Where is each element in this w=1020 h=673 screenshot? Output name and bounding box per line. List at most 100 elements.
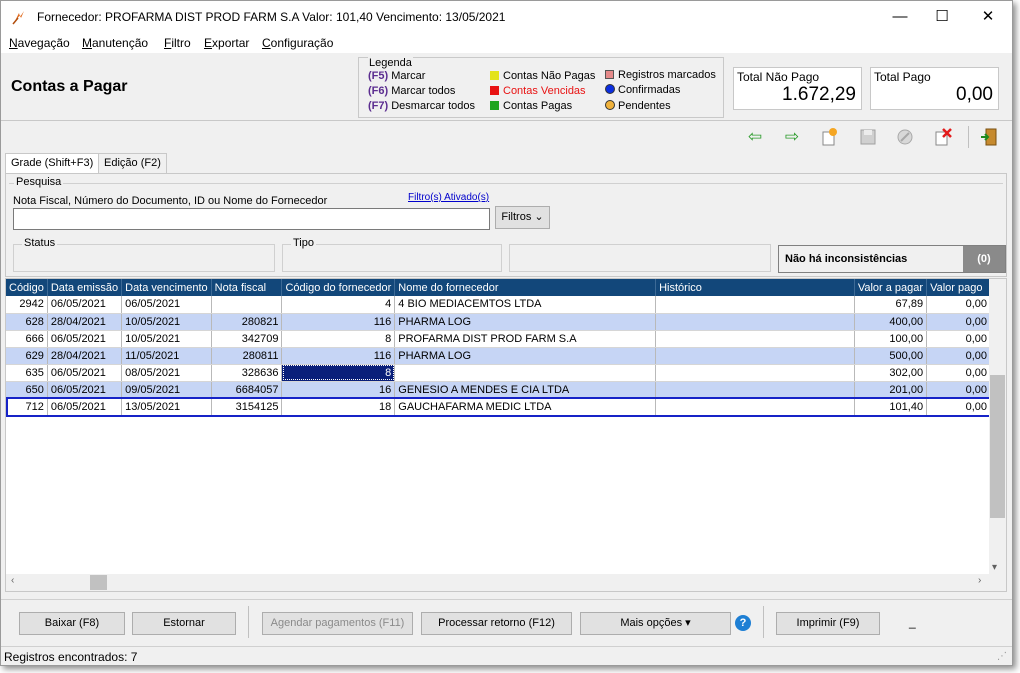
menu-manutencao[interactable]: Manutenção (82, 36, 148, 50)
legend-f7: (F7) Desmarcar todos (368, 100, 475, 112)
legend-f5: (F5) Marcar (368, 70, 426, 82)
legend-box: Legenda (F5) Marcar (F6) Marcar todos (F… (358, 57, 724, 118)
cell-valor-pago: 0,00 (926, 313, 991, 331)
estornar-button[interactable]: Estornar (132, 612, 236, 635)
search-input[interactable] (13, 208, 490, 230)
exit-door-icon[interactable] (979, 127, 999, 147)
agendar-pagamentos-button[interactable]: Agendar pagamentos (F11) (262, 612, 413, 635)
imprimir-button[interactable]: Imprimir (F9) (776, 612, 880, 635)
table-row[interactable]: 635 06/05/2021 08/05/2021 328636 8 302,0… (6, 364, 1006, 382)
window-title: Fornecedor: PROFARMA DIST PROD FARM S.A … (37, 10, 506, 24)
table-row[interactable]: 628 28/04/2021 10/05/2021 280821 116 PHA… (6, 313, 1006, 331)
cell-codigo: 628 (6, 313, 48, 331)
cell-data-vencimento: 06/05/2021 (121, 296, 212, 314)
title-bar: Fornecedor: PROFARMA DIST PROD FARM S.A … (1, 1, 1012, 33)
total-nao-pago-box: Total Não Pago 1.672,29 (733, 67, 862, 110)
col-codigo[interactable]: Código (6, 279, 48, 296)
table-row[interactable]: 650 06/05/2021 09/05/2021 6684057 16 GEN… (6, 381, 1006, 399)
cell-data-emissao: 06/05/2021 (47, 364, 123, 382)
table-row[interactable]: 666 06/05/2021 10/05/2021 342709 8 PROFA… (6, 330, 1006, 348)
tab-edicao[interactable]: Edição (F2) (98, 153, 167, 173)
page-header: Contas a Pagar Legenda (F5) Marcar (F6) … (1, 53, 1012, 121)
maximize-icon[interactable]: ☐ (919, 1, 965, 33)
tab-grade[interactable]: Grade (Shift+F3) (5, 153, 100, 174)
horizontal-scroll-thumb[interactable] (90, 575, 107, 590)
cell-historico (655, 347, 855, 365)
legend-nao-pagas: Contas Não Pagas (490, 70, 595, 82)
menu-configuracao[interactable]: Configuração (262, 36, 333, 50)
cell-data-vencimento: 10/05/2021 (121, 330, 212, 348)
save-icon[interactable] (858, 127, 878, 147)
table-row[interactable]: 2942 06/05/2021 06/05/2021 4 4 BIO MEDIA… (6, 296, 1006, 314)
col-data-emissao[interactable]: Data emissão (47, 279, 123, 296)
cell-valor-pagar: 500,00 (854, 347, 928, 365)
col-nome-fornecedor[interactable]: Nome do fornecedor (394, 279, 657, 296)
total-nao-pago-value: 1.672,29 (782, 84, 856, 105)
menu-navegacao[interactable]: Navegação (9, 36, 70, 50)
cell-nome-fornecedor: PHARMA LOG (394, 347, 657, 365)
cancel-icon[interactable] (895, 127, 915, 147)
filters-active-link[interactable]: Filtro(s) Ativado(s) (408, 192, 489, 203)
scroll-right-icon[interactable]: › (978, 575, 981, 586)
table-row-selected[interactable]: 712 06/05/2021 13/05/2021 3154125 18 GAU… (6, 398, 1006, 416)
col-valor-pagar[interactable]: Valor a pagar (854, 279, 928, 296)
col-historico[interactable]: Histórico (655, 279, 855, 296)
col-codigo-fornecedor[interactable]: Código do fornecedor (281, 279, 396, 296)
cell-codigo-fornecedor: 116 (281, 347, 396, 365)
cell-data-emissao: 06/05/2021 (47, 381, 123, 399)
help-icon[interactable]: ? (735, 615, 751, 631)
cell-historico (655, 296, 855, 314)
cell-historico (655, 398, 855, 416)
next-arrow-icon[interactable]: ⇨ (782, 127, 802, 147)
cell-valor-pagar: 67,89 (854, 296, 928, 314)
vertical-scrollbar[interactable]: ▾ (989, 279, 1006, 575)
previous-arrow-icon[interactable]: ⇦ (745, 127, 765, 147)
resize-grip-icon[interactable]: ⋰ (997, 651, 1007, 662)
pesquisa-label: Pesquisa (14, 176, 64, 188)
processar-retorno-button[interactable]: Processar retorno (F12) (421, 612, 572, 635)
cell-valor-pagar: 100,00 (854, 330, 928, 348)
cell-data-emissao: 28/04/2021 (47, 313, 123, 331)
status-bar: Registros encontrados: 7 ⋰ (1, 646, 1012, 665)
cell-data-vencimento: 13/05/2021 (121, 398, 212, 416)
toolbar: ⇦ ⇨ (1, 122, 1012, 152)
baixar-button[interactable]: Baixar (F8) (19, 612, 125, 635)
col-nota-fiscal[interactable]: Nota fiscal (211, 279, 283, 296)
inconsistencias-box: Não há inconsistências (0) (778, 245, 1006, 273)
scroll-down-icon[interactable]: ▾ (992, 562, 997, 573)
cell-nome-fornecedor: PHARMA LOG (394, 313, 657, 331)
menu-exportar[interactable]: Exportar (204, 36, 249, 50)
cell-valor-pago: 0,00 (926, 398, 991, 416)
search-hint-label: Nota Fiscal, Número do Documento, ID ou … (13, 195, 328, 207)
cell-codigo: 712 (6, 398, 48, 416)
red-square-icon (490, 86, 499, 95)
minimize-icon[interactable]: — (877, 1, 923, 33)
inconsistencias-text: Não há inconsistências (785, 253, 908, 265)
cell-historico (655, 364, 855, 382)
cell-data-emissao: 06/05/2021 (47, 398, 123, 416)
cell-historico (655, 313, 855, 331)
col-valor-pago[interactable]: Valor pago (926, 279, 991, 296)
menu-filtro[interactable]: Filtro (164, 36, 191, 50)
vertical-scroll-thumb[interactable] (990, 375, 1005, 518)
close-icon[interactable]: ✕ (965, 1, 1011, 33)
cell-nota-fiscal: 280811 (211, 347, 283, 365)
table-row[interactable]: 629 28/04/2021 11/05/2021 280811 116 PHA… (6, 347, 1006, 365)
registros-encontrados: Registros encontrados: 7 (4, 650, 138, 664)
mais-opcoes-button[interactable]: Mais opções ▾ (580, 612, 731, 635)
legend-registros-marcados: Registros marcados (605, 69, 716, 81)
data-grid: Código Data emissão Data vencimento Nota… (5, 278, 1007, 592)
cell-codigo-fornecedor: 18 (281, 398, 396, 416)
cell-codigo-fornecedor-selected[interactable]: 8 (281, 364, 396, 382)
col-data-vencimento[interactable]: Data vencimento (121, 279, 212, 296)
new-record-icon[interactable] (819, 127, 839, 147)
cell-codigo: 666 (6, 330, 48, 348)
cell-valor-pago: 0,00 (926, 381, 991, 399)
legend-pagas: Contas Pagas (490, 100, 572, 112)
cell-data-emissao: 06/05/2021 (47, 330, 123, 348)
filtros-button[interactable]: Filtros ⌄ (495, 206, 550, 229)
horizontal-scrollbar[interactable]: ‹ › (6, 574, 1006, 591)
cell-nome-fornecedor (394, 364, 657, 382)
scroll-left-icon[interactable]: ‹ (11, 575, 14, 586)
delete-icon[interactable] (933, 127, 953, 147)
